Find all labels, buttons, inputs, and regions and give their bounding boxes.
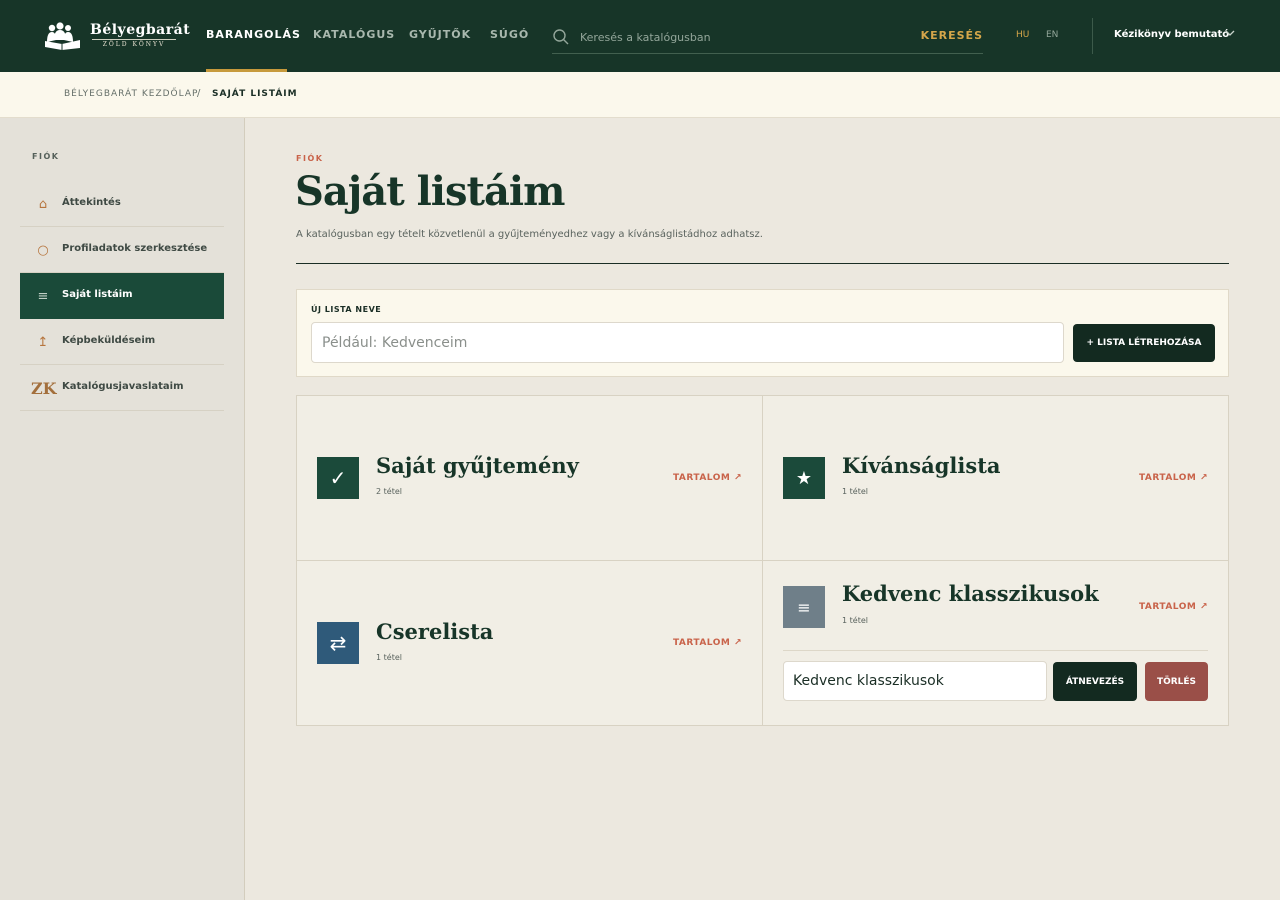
search-input[interactable] [580,27,910,47]
page-title: Saját listáim [295,168,565,215]
sidebar-item-attekintes[interactable]: ⌂ Áttekintés [20,181,224,227]
manual-dropdown[interactable]: Kézikönyv bemutató [1114,29,1229,40]
sidebar-item-katalogusjavaslataim[interactable]: ZK Katalógusjavaslataim [20,365,224,411]
sidebar-heading: FIÓK [32,152,60,161]
list-content-link[interactable]: TARTALOM ↗ [1139,473,1208,483]
brand-subtitle: ZÖLD KÖNYV [92,39,176,48]
list-icon: ≡ [783,586,825,628]
breadcrumb-home-link[interactable]: BÉLYEGBARÁT KEZDŐLAP [64,89,198,99]
header-divider [1092,18,1093,54]
new-list-label: ÚJ LISTA NEVE [311,305,382,314]
swap-arrows-icon: ⇄ [317,622,359,664]
list-item-count: 2 tétel [376,487,402,496]
list-content-link[interactable]: TARTALOM ↗ [1139,602,1208,612]
search-icon [553,29,569,45]
sidebar-item-sajat-listaim[interactable]: ≡ Saját listáim [20,273,224,319]
nav-barangolas[interactable]: Barangolás [206,28,301,41]
list-title: Saját gyűjtemény [376,453,579,478]
list-content-link[interactable]: TARTALOM ↗ [673,473,742,483]
home-icon: ⌂ [38,196,48,212]
profile-circle-icon: ○ [37,242,49,258]
sidebar-item-kepbekuldeseim[interactable]: ↥ Képbeküldéseim [20,319,224,365]
new-list-form: ÚJ LISTA NEVE + LISTA LÉTREHOZÁSA [296,289,1229,377]
new-list-name-input[interactable] [311,322,1064,363]
rename-button[interactable]: ÁTNEVEZÉS [1053,662,1137,701]
account-sidebar: FIÓK ⌂ Áttekintés ○ Profiladatok szerkes… [0,118,245,900]
list-card-kedvenc-klasszikusok: ≡ Kedvenc klasszikusok 1 tétel TARTALOM … [763,561,1228,725]
title-divider [296,263,1229,264]
breadcrumb-separator: / [197,88,201,99]
list-card-cserelista: ⇄ Cserelista 1 tétel TARTALOM ↗ [297,561,763,725]
chevron-down-icon[interactable] [1224,27,1236,39]
breadcrumb: BÉLYEGBARÁT KEZDŐLAP / SAJÁT LISTÁIM [0,72,1280,118]
nav-sugo[interactable]: Súgó [490,28,529,41]
reading-family-logo-icon [45,22,80,50]
rename-list-input[interactable] [783,661,1047,701]
create-list-button[interactable]: + LISTA LÉTREHOZÁSA [1073,324,1215,362]
sidebar-item-profiladatok[interactable]: ○ Profiladatok szerkesztése [20,227,224,273]
list-card-sajat-gyujtemeny: ✓ Saját gyűjtemény 2 tétel TARTALOM ↗ [297,396,763,561]
top-navbar: Bélyegbarát ZÖLD KÖNYV Barangolás Kataló… [0,0,1280,72]
nav-katalogus[interactable]: Katalógus [313,28,395,41]
sidebar-item-label: Áttekintés [62,197,121,208]
sidebar-item-label: Képbeküldéseim [62,335,156,346]
list-title: Cserelista [376,619,494,644]
list-icon: ≡ [37,288,49,304]
list-title: Kedvenc klasszikusok [842,581,1099,606]
star-icon: ★ [783,457,825,499]
nav-gyujtok[interactable]: Gyűjtők [409,28,471,41]
list-item-count: 1 tétel [842,616,868,625]
checkmark-icon: ✓ [317,457,359,499]
upload-arrow-icon: ↥ [37,334,49,350]
sidebar-item-label: Profiladatok szerkesztése [62,243,208,254]
sidebar-item-label: Katalógusjavaslataim [62,381,184,392]
breadcrumb-current: SAJÁT LISTÁIM [212,89,298,99]
list-item-count: 1 tétel [842,487,868,496]
delete-button[interactable]: TÖRLÉS [1145,662,1208,701]
card-divider [783,650,1208,651]
search-bar: KERESÉS [552,24,983,54]
list-title: Kívánságlista [842,453,1001,478]
list-content-link[interactable]: TARTALOM ↗ [673,638,742,648]
zk-monogram-icon: ZK [31,378,57,398]
list-card-kivansaglista: ★ Kívánságlista 1 tétel TARTALOM ↗ [763,396,1228,561]
brand-logo[interactable]: Bélyegbarát ZÖLD KÖNYV [44,20,190,52]
list-item-count: 1 tétel [376,653,402,662]
lang-en[interactable]: EN [1046,30,1058,40]
lang-hu[interactable]: HU [1016,30,1029,40]
sidebar-item-label: Saját listáim [62,289,133,300]
lists-grid: ✓ Saját gyűjtemény 2 tétel TARTALOM ↗ ★ … [296,395,1229,726]
page-description: A katalógusban egy tételt közvetlenül a … [296,229,763,240]
brand-title: Bélyegbarát [90,22,191,38]
search-button[interactable]: KERESÉS [921,29,983,42]
page-kicker: FIÓK [296,154,324,163]
